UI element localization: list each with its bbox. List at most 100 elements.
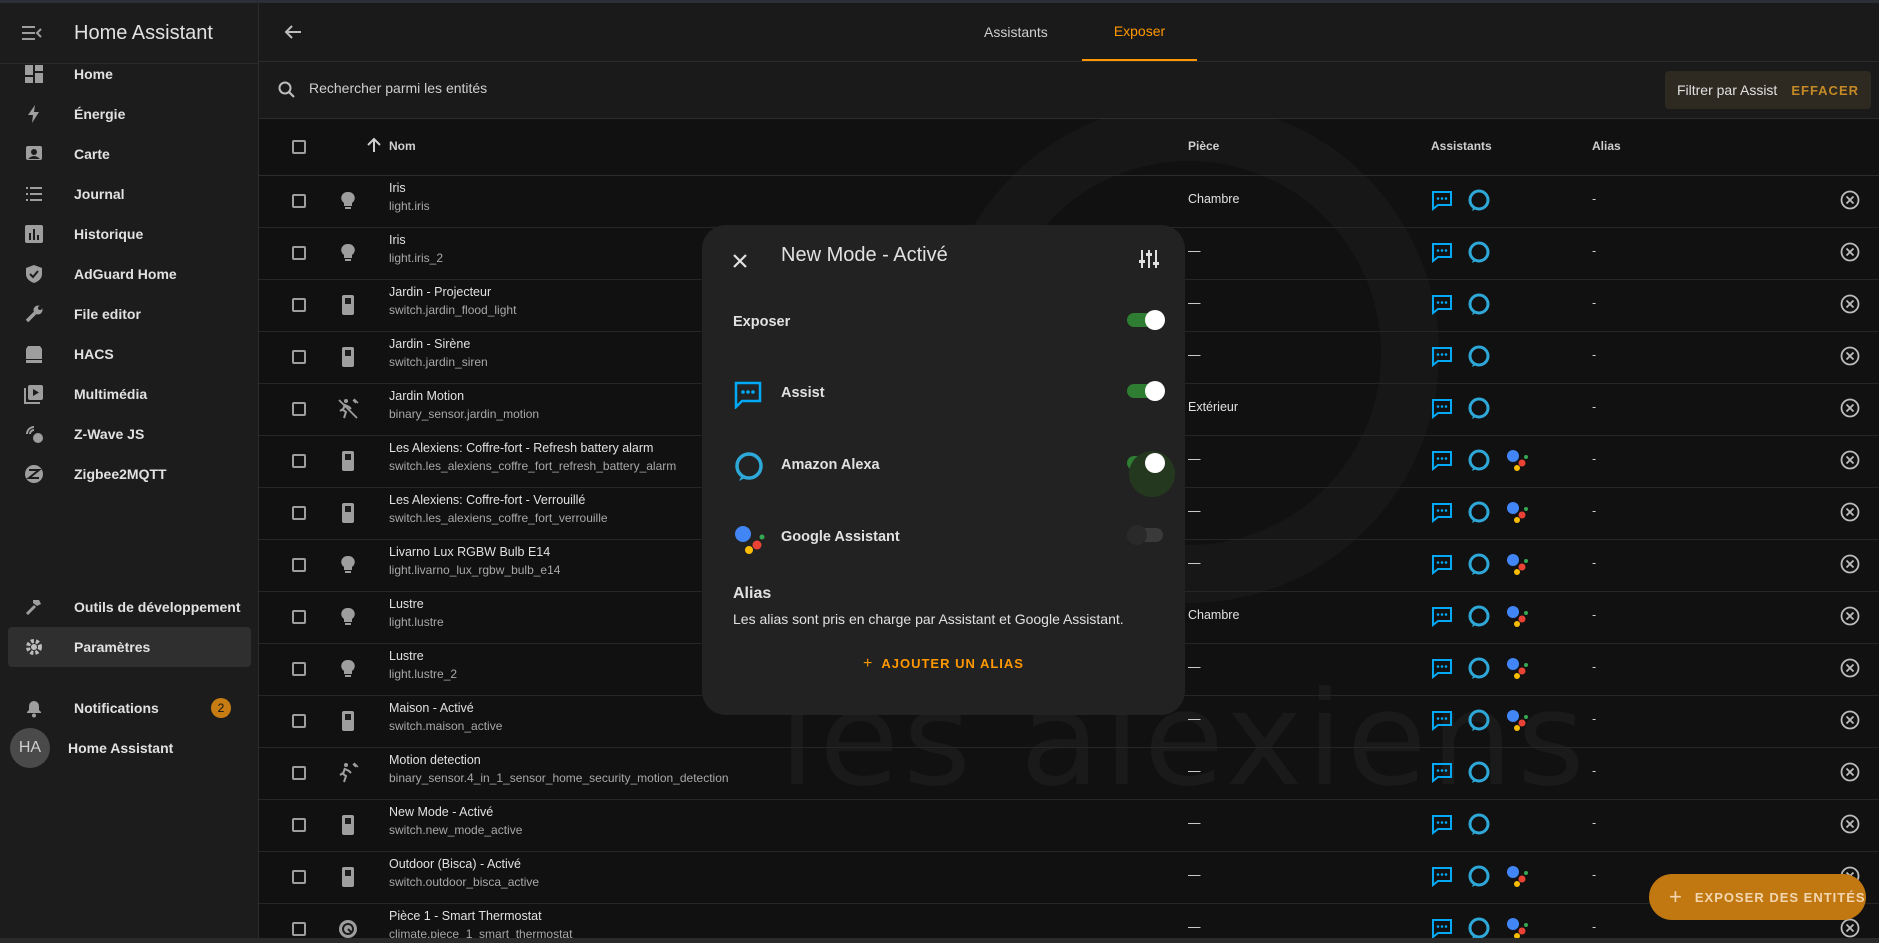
sidebar-item-home[interactable]: Home <box>8 54 251 94</box>
unexpose-icon[interactable] <box>1839 241 1861 263</box>
tune-settings-icon[interactable] <box>1137 247 1161 271</box>
entity-area: — <box>1188 296 1201 310</box>
google-toggle[interactable] <box>1127 525 1163 545</box>
table-row[interactable]: Motion detection binary_sensor.4_in_1_sen… <box>259 747 1879 800</box>
alexa-icon <box>1468 761 1490 783</box>
assist-icon <box>1432 399 1452 419</box>
table-row[interactable]: Pièce 1 - Smart Thermostat climate.piece_… <box>259 903 1879 938</box>
sidebar-item-z-wave-js[interactable]: Z-Wave JS <box>8 414 251 454</box>
unexpose-icon[interactable] <box>1839 501 1861 523</box>
column-header-alias[interactable]: Alias <box>1592 139 1621 153</box>
entity-alias: - <box>1592 400 1597 414</box>
sort-ascending-icon[interactable] <box>365 136 383 154</box>
row-checkbox[interactable] <box>292 194 306 208</box>
sidebar-item-notifications[interactable]: Notifications 2 <box>8 688 251 728</box>
entity-name: Jardin - Sirène <box>389 337 471 351</box>
row-checkbox[interactable] <box>292 246 306 260</box>
row-checkbox[interactable] <box>292 454 306 468</box>
assistant-icons <box>1431 811 1491 837</box>
close-icon[interactable] <box>726 247 754 275</box>
sidebar-item-multim-dia[interactable]: Multimédia <box>8 374 251 414</box>
sidebar-item-zigbee2mqtt[interactable]: Zigbee2MQTT <box>8 454 251 494</box>
row-checkbox[interactable] <box>292 298 306 312</box>
plus-icon: + <box>1669 884 1683 909</box>
sidebar-item-label: Historique <box>74 226 144 242</box>
unexpose-icon[interactable] <box>1839 553 1861 575</box>
table-row[interactable]: New Mode - Activé switch.new_mode_active —… <box>259 799 1879 852</box>
tab-assistants[interactable]: Assistants <box>984 3 1048 61</box>
row-checkbox[interactable] <box>292 350 306 364</box>
sidebar-item-label: AdGuard Home <box>74 266 177 282</box>
column-header-name[interactable]: Nom <box>389 139 416 153</box>
switch-icon <box>336 293 360 317</box>
bulb-icon <box>336 553 360 577</box>
entity-area: — <box>1188 348 1201 362</box>
sidebar-item-journal[interactable]: Journal <box>8 174 251 214</box>
unexpose-icon[interactable] <box>1839 813 1861 835</box>
sidebar-item-historique[interactable]: Historique <box>8 214 251 254</box>
add-alias-button[interactable]: + AJOUTER UN ALIAS <box>702 655 1185 673</box>
unexpose-icon[interactable] <box>1839 657 1861 679</box>
sidebar-item-hacs[interactable]: HACS <box>8 334 251 374</box>
table-row[interactable]: Outdoor (Bisca) - Activé switch.outdoor_b… <box>259 851 1879 904</box>
unexpose-icon[interactable] <box>1839 605 1861 627</box>
assist-toggle[interactable] <box>1127 381 1165 401</box>
row-checkbox[interactable] <box>292 558 306 572</box>
assistant-icons <box>1431 655 1529 681</box>
entity-area: — <box>1188 660 1201 674</box>
search-bar: Filtrer par Assist EFFACER <box>259 62 1879 119</box>
row-checkbox[interactable] <box>292 402 306 416</box>
sidebar-item-dev-tools[interactable]: Outils de développement <box>8 587 251 627</box>
sidebar-item-settings[interactable]: Paramètres <box>8 627 251 667</box>
unexpose-icon[interactable] <box>1839 397 1861 419</box>
unexpose-icon[interactable] <box>1839 761 1861 783</box>
sidebar-item-label: Multimédia <box>74 386 148 402</box>
entity-expose-dialog: New Mode - Activé Exposer Assist Amazon … <box>702 225 1185 715</box>
row-checkbox[interactable] <box>292 714 306 728</box>
expose-toggle[interactable] <box>1127 310 1165 330</box>
switch-icon <box>336 865 360 889</box>
entity-name: Lustre <box>389 649 424 663</box>
sidebar-item--nergie[interactable]: Énergie <box>8 94 251 134</box>
menu-collapse-icon[interactable] <box>20 21 44 45</box>
sidebar-item-user[interactable]: HA Home Assistant <box>8 728 251 768</box>
search-input[interactable] <box>307 79 911 97</box>
tab-exposer[interactable]: Exposer <box>1082 3 1197 61</box>
unexpose-icon[interactable] <box>1839 189 1861 211</box>
sidebar-item-label: Journal <box>74 186 125 202</box>
clear-filter-button[interactable]: EFFACER <box>1791 83 1859 98</box>
alexa-row: Amazon Alexa <box>733 446 1175 497</box>
row-checkbox[interactable] <box>292 766 306 780</box>
entity-alias: - <box>1592 452 1597 466</box>
unexpose-icon[interactable] <box>1839 345 1861 367</box>
row-checkbox[interactable] <box>292 506 306 520</box>
sidebar: Home Assistant Home Énergie Carte Journal Hi… <box>0 3 259 938</box>
entity-alias: - <box>1592 712 1597 726</box>
bulb-icon <box>336 605 360 629</box>
sidebar-item-label: Zigbee2MQTT <box>74 466 167 482</box>
sidebar-item-label: Notifications <box>74 700 159 716</box>
back-arrow-icon[interactable] <box>281 20 305 44</box>
alexa-toggle[interactable] <box>1127 451 1175 497</box>
row-checkbox[interactable] <box>292 818 306 832</box>
sidebar-item-file-editor[interactable]: File editor <box>8 294 251 334</box>
unexpose-icon[interactable] <box>1839 293 1861 315</box>
sidebar-item-carte[interactable]: Carte <box>8 134 251 174</box>
select-all-checkbox[interactable] <box>292 140 306 154</box>
expose-entities-button[interactable]: + EXPOSER DES ENTITÉS <box>1649 874 1866 920</box>
unexpose-icon[interactable] <box>1839 917 1861 938</box>
row-checkbox[interactable] <box>292 610 306 624</box>
sidebar-item-adguard-home[interactable]: AdGuard Home <box>8 254 251 294</box>
google-assistant-icon <box>1507 918 1528 938</box>
assistant-icons <box>1431 395 1491 421</box>
row-checkbox[interactable] <box>292 922 306 936</box>
table-row[interactable]: Iris light.iris Chambre - <box>259 175 1879 228</box>
row-checkbox[interactable] <box>292 870 306 884</box>
alexa-icon <box>1468 917 1490 938</box>
unexpose-icon[interactable] <box>1839 709 1861 731</box>
column-header-area[interactable]: Pièce <box>1188 139 1219 153</box>
unexpose-icon[interactable] <box>1839 449 1861 471</box>
entity-alias: - <box>1592 816 1597 830</box>
entity-name: Les Alexiens: Coffre-fort - Refresh batt… <box>389 441 654 455</box>
row-checkbox[interactable] <box>292 662 306 676</box>
